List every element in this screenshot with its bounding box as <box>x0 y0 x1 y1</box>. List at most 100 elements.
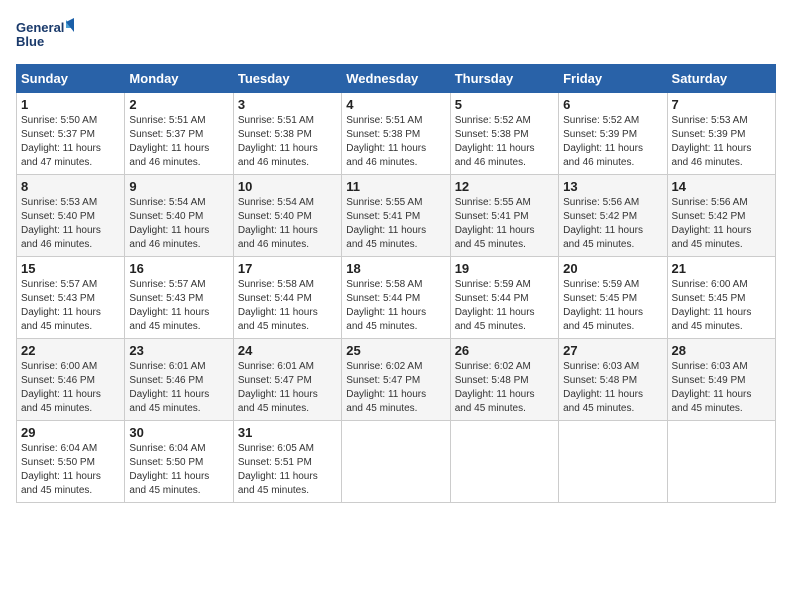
day-number: 31 <box>238 425 337 440</box>
calendar-cell: 15 Sunrise: 5:57 AM Sunset: 5:43 PM Dayl… <box>17 257 125 339</box>
calendar-cell: 10 Sunrise: 5:54 AM Sunset: 5:40 PM Dayl… <box>233 175 341 257</box>
day-number: 26 <box>455 343 554 358</box>
day-number: 25 <box>346 343 445 358</box>
calendar-cell: 4 Sunrise: 5:51 AM Sunset: 5:38 PM Dayli… <box>342 93 450 175</box>
calendar-cell: 18 Sunrise: 5:58 AM Sunset: 5:44 PM Dayl… <box>342 257 450 339</box>
calendar-cell <box>667 421 775 503</box>
weekday-header-saturday: Saturday <box>667 65 775 93</box>
calendar-cell: 20 Sunrise: 5:59 AM Sunset: 5:45 PM Dayl… <box>559 257 667 339</box>
day-number: 24 <box>238 343 337 358</box>
logo-svg: General Blue <box>16 16 76 56</box>
calendar-cell: 17 Sunrise: 5:58 AM Sunset: 5:44 PM Dayl… <box>233 257 341 339</box>
calendar-cell: 24 Sunrise: 6:01 AM Sunset: 5:47 PM Dayl… <box>233 339 341 421</box>
day-number: 10 <box>238 179 337 194</box>
day-number: 14 <box>672 179 771 194</box>
calendar-body: 1 Sunrise: 5:50 AM Sunset: 5:37 PM Dayli… <box>17 93 776 503</box>
day-number: 19 <box>455 261 554 276</box>
day-info: Sunrise: 5:59 AM Sunset: 5:45 PM Dayligh… <box>563 279 643 332</box>
day-number: 28 <box>672 343 771 358</box>
calendar-cell: 7 Sunrise: 5:53 AM Sunset: 5:39 PM Dayli… <box>667 93 775 175</box>
calendar-week-row: 29 Sunrise: 6:04 AM Sunset: 5:50 PM Dayl… <box>17 421 776 503</box>
day-info: Sunrise: 5:54 AM Sunset: 5:40 PM Dayligh… <box>238 197 318 250</box>
calendar-week-row: 22 Sunrise: 6:00 AM Sunset: 5:46 PM Dayl… <box>17 339 776 421</box>
day-info: Sunrise: 5:53 AM Sunset: 5:40 PM Dayligh… <box>21 197 101 250</box>
day-info: Sunrise: 6:00 AM Sunset: 5:46 PM Dayligh… <box>21 361 101 414</box>
calendar-week-row: 1 Sunrise: 5:50 AM Sunset: 5:37 PM Dayli… <box>17 93 776 175</box>
day-number: 11 <box>346 179 445 194</box>
day-info: Sunrise: 6:04 AM Sunset: 5:50 PM Dayligh… <box>129 443 209 496</box>
calendar-cell: 12 Sunrise: 5:55 AM Sunset: 5:41 PM Dayl… <box>450 175 558 257</box>
day-number: 29 <box>21 425 120 440</box>
header: General Blue <box>16 16 776 56</box>
day-info: Sunrise: 5:57 AM Sunset: 5:43 PM Dayligh… <box>21 279 101 332</box>
day-info: Sunrise: 6:01 AM Sunset: 5:46 PM Dayligh… <box>129 361 209 414</box>
calendar-cell: 22 Sunrise: 6:00 AM Sunset: 5:46 PM Dayl… <box>17 339 125 421</box>
day-info: Sunrise: 5:50 AM Sunset: 5:37 PM Dayligh… <box>21 115 101 168</box>
day-info: Sunrise: 5:54 AM Sunset: 5:40 PM Dayligh… <box>129 197 209 250</box>
day-info: Sunrise: 5:58 AM Sunset: 5:44 PM Dayligh… <box>238 279 318 332</box>
day-info: Sunrise: 5:56 AM Sunset: 5:42 PM Dayligh… <box>672 197 752 250</box>
logo: General Blue <box>16 16 76 56</box>
day-info: Sunrise: 5:57 AM Sunset: 5:43 PM Dayligh… <box>129 279 209 332</box>
calendar-cell: 14 Sunrise: 5:56 AM Sunset: 5:42 PM Dayl… <box>667 175 775 257</box>
day-number: 22 <box>21 343 120 358</box>
day-number: 23 <box>129 343 228 358</box>
calendar-cell: 23 Sunrise: 6:01 AM Sunset: 5:46 PM Dayl… <box>125 339 233 421</box>
day-info: Sunrise: 6:03 AM Sunset: 5:48 PM Dayligh… <box>563 361 643 414</box>
day-number: 18 <box>346 261 445 276</box>
day-info: Sunrise: 6:05 AM Sunset: 5:51 PM Dayligh… <box>238 443 318 496</box>
day-info: Sunrise: 5:55 AM Sunset: 5:41 PM Dayligh… <box>455 197 535 250</box>
calendar-cell: 16 Sunrise: 5:57 AM Sunset: 5:43 PM Dayl… <box>125 257 233 339</box>
day-number: 30 <box>129 425 228 440</box>
day-info: Sunrise: 6:02 AM Sunset: 5:48 PM Dayligh… <box>455 361 535 414</box>
day-number: 13 <box>563 179 662 194</box>
day-number: 3 <box>238 97 337 112</box>
day-number: 20 <box>563 261 662 276</box>
day-number: 15 <box>21 261 120 276</box>
day-info: Sunrise: 5:59 AM Sunset: 5:44 PM Dayligh… <box>455 279 535 332</box>
weekday-header-sunday: Sunday <box>17 65 125 93</box>
day-info: Sunrise: 5:51 AM Sunset: 5:38 PM Dayligh… <box>238 115 318 168</box>
day-info: Sunrise: 6:02 AM Sunset: 5:47 PM Dayligh… <box>346 361 426 414</box>
calendar-cell: 9 Sunrise: 5:54 AM Sunset: 5:40 PM Dayli… <box>125 175 233 257</box>
day-info: Sunrise: 5:56 AM Sunset: 5:42 PM Dayligh… <box>563 197 643 250</box>
day-number: 1 <box>21 97 120 112</box>
calendar-cell: 13 Sunrise: 5:56 AM Sunset: 5:42 PM Dayl… <box>559 175 667 257</box>
calendar-cell: 26 Sunrise: 6:02 AM Sunset: 5:48 PM Dayl… <box>450 339 558 421</box>
day-number: 4 <box>346 97 445 112</box>
weekday-header-monday: Monday <box>125 65 233 93</box>
day-info: Sunrise: 6:00 AM Sunset: 5:45 PM Dayligh… <box>672 279 752 332</box>
svg-text:Blue: Blue <box>16 34 44 49</box>
weekday-header-row: SundayMondayTuesdayWednesdayThursdayFrid… <box>17 65 776 93</box>
day-info: Sunrise: 5:52 AM Sunset: 5:38 PM Dayligh… <box>455 115 535 168</box>
calendar-cell: 27 Sunrise: 6:03 AM Sunset: 5:48 PM Dayl… <box>559 339 667 421</box>
day-number: 8 <box>21 179 120 194</box>
day-info: Sunrise: 5:52 AM Sunset: 5:39 PM Dayligh… <box>563 115 643 168</box>
day-info: Sunrise: 6:03 AM Sunset: 5:49 PM Dayligh… <box>672 361 752 414</box>
calendar-cell: 3 Sunrise: 5:51 AM Sunset: 5:38 PM Dayli… <box>233 93 341 175</box>
calendar-cell: 30 Sunrise: 6:04 AM Sunset: 5:50 PM Dayl… <box>125 421 233 503</box>
calendar-cell <box>450 421 558 503</box>
day-info: Sunrise: 6:01 AM Sunset: 5:47 PM Dayligh… <box>238 361 318 414</box>
calendar-cell: 8 Sunrise: 5:53 AM Sunset: 5:40 PM Dayli… <box>17 175 125 257</box>
day-number: 17 <box>238 261 337 276</box>
calendar-cell <box>559 421 667 503</box>
calendar-cell: 28 Sunrise: 6:03 AM Sunset: 5:49 PM Dayl… <box>667 339 775 421</box>
calendar-cell: 29 Sunrise: 6:04 AM Sunset: 5:50 PM Dayl… <box>17 421 125 503</box>
weekday-header-friday: Friday <box>559 65 667 93</box>
calendar-header: SundayMondayTuesdayWednesdayThursdayFrid… <box>17 65 776 93</box>
day-number: 21 <box>672 261 771 276</box>
calendar-cell: 25 Sunrise: 6:02 AM Sunset: 5:47 PM Dayl… <box>342 339 450 421</box>
day-number: 9 <box>129 179 228 194</box>
calendar-cell: 19 Sunrise: 5:59 AM Sunset: 5:44 PM Dayl… <box>450 257 558 339</box>
weekday-header-tuesday: Tuesday <box>233 65 341 93</box>
weekday-header-wednesday: Wednesday <box>342 65 450 93</box>
day-info: Sunrise: 5:51 AM Sunset: 5:38 PM Dayligh… <box>346 115 426 168</box>
day-info: Sunrise: 5:53 AM Sunset: 5:39 PM Dayligh… <box>672 115 752 168</box>
calendar-table: SundayMondayTuesdayWednesdayThursdayFrid… <box>16 64 776 503</box>
calendar-cell: 11 Sunrise: 5:55 AM Sunset: 5:41 PM Dayl… <box>342 175 450 257</box>
day-info: Sunrise: 5:58 AM Sunset: 5:44 PM Dayligh… <box>346 279 426 332</box>
calendar-cell: 31 Sunrise: 6:05 AM Sunset: 5:51 PM Dayl… <box>233 421 341 503</box>
calendar-cell: 1 Sunrise: 5:50 AM Sunset: 5:37 PM Dayli… <box>17 93 125 175</box>
day-info: Sunrise: 5:51 AM Sunset: 5:37 PM Dayligh… <box>129 115 209 168</box>
